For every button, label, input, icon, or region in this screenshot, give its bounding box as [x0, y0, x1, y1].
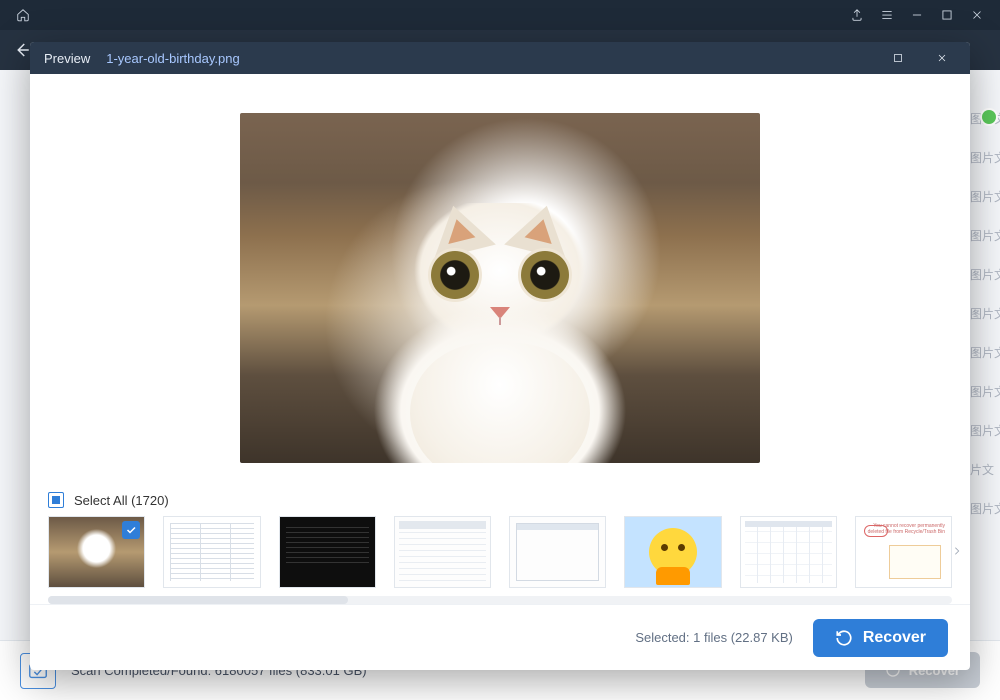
- select-all-label: Select All (1720): [74, 493, 169, 508]
- minimize-icon[interactable]: [902, 0, 932, 30]
- thumbnail-item[interactable]: [48, 516, 145, 588]
- select-all-row[interactable]: Select All (1720): [30, 488, 970, 516]
- share-icon[interactable]: [842, 0, 872, 30]
- thumbnail-item[interactable]: [394, 516, 491, 588]
- modal-header: Preview 1-year-old-birthday.png: [30, 42, 970, 74]
- preview-image: [240, 113, 760, 463]
- back-icon[interactable]: [12, 40, 32, 60]
- background-right-list: 图片文 图片文 图片文 图片文 图片文 图片文 图片文 图片文 图片文 片文 图…: [970, 70, 1000, 640]
- preview-area: [30, 74, 970, 488]
- menu-icon[interactable]: [872, 0, 902, 30]
- thumbnail-item[interactable]: [279, 516, 376, 588]
- thumbnail-item[interactable]: [163, 516, 260, 588]
- modal-close-icon[interactable]: [928, 44, 956, 72]
- thumbnail-item[interactable]: [509, 516, 606, 588]
- thumbnail-item[interactable]: [624, 516, 721, 588]
- recover-icon: [835, 629, 853, 647]
- thumbnail-scrollbar[interactable]: [48, 596, 952, 604]
- status-dot-icon: [982, 110, 996, 124]
- thumbnail-strip: You cannot recover permanently deleted f…: [30, 516, 970, 594]
- modal-footer: Selected: 1 files (22.87 KB) Recover: [30, 604, 970, 670]
- thumbnail-next-icon[interactable]: [946, 531, 968, 571]
- select-all-checkbox[interactable]: [48, 492, 64, 508]
- scrollbar-handle[interactable]: [48, 596, 348, 604]
- modal-maximize-icon[interactable]: [884, 44, 912, 72]
- maximize-icon[interactable]: [932, 0, 962, 30]
- thumbnail-check-icon: [122, 521, 140, 539]
- selected-count-text: Selected: 1 files (22.87 KB): [635, 630, 793, 645]
- recover-button[interactable]: Recover: [813, 619, 948, 657]
- thumbnail-item[interactable]: You cannot recover permanently deleted f…: [855, 516, 952, 588]
- app-titlebar: [0, 0, 1000, 30]
- close-icon[interactable]: [962, 0, 992, 30]
- thumbnail-item[interactable]: [740, 516, 837, 588]
- modal-title: Preview: [44, 51, 90, 66]
- home-icon[interactable]: [8, 0, 38, 30]
- modal-filename: 1-year-old-birthday.png: [106, 51, 239, 66]
- preview-modal: Preview 1-year-old-birthday.png Select A…: [30, 42, 970, 670]
